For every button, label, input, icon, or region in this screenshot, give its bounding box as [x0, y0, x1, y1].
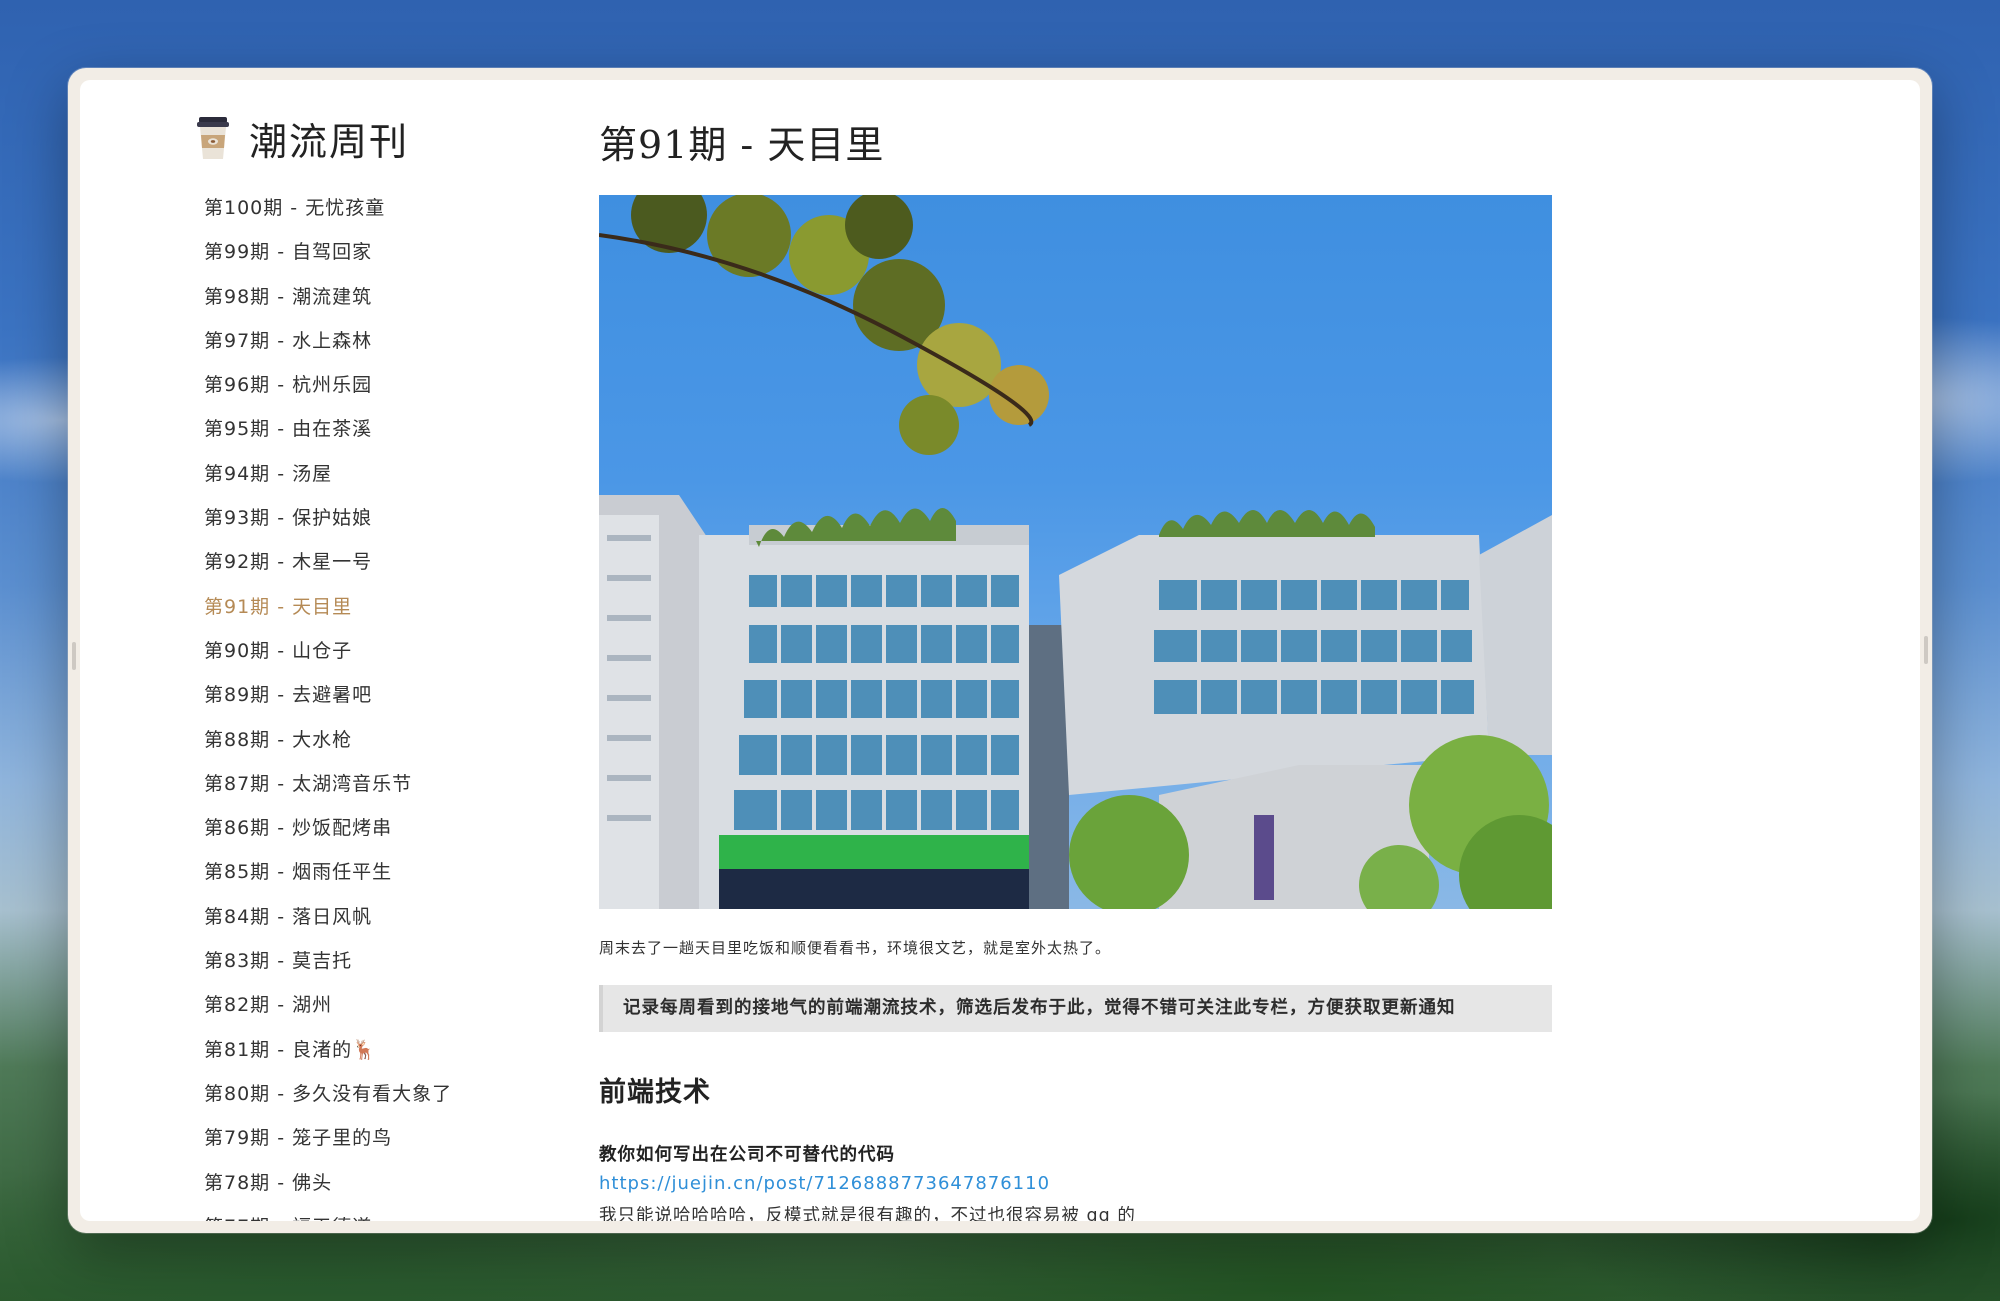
- nav-item-issue-86[interactable]: 第86期 - 炒饭配烤串: [204, 806, 452, 850]
- nav-item-issue-78[interactable]: 第78期 - 佛头: [204, 1161, 452, 1205]
- article-item-link[interactable]: https://juejin.cn/post/71268887736478761…: [599, 1173, 1050, 1194]
- column-notice: 记录每周看到的接地气的前端潮流技术，筛选后发布于此，觉得不错可关注此专栏，方便获…: [599, 985, 1552, 1032]
- nav-item-issue-92[interactable]: 第92期 - 木星一号: [204, 540, 452, 584]
- nav-item-issue-80[interactable]: 第80期 - 多久没有看大象了: [204, 1072, 452, 1116]
- article: 第91期 - 天目里 周末去了一趟天目里吃饭和顺便看看书，环境很文艺，就是室外太…: [599, 80, 1559, 1221]
- issue-nav-list: 第100期 - 无忧孩童 第99期 - 自驾回家 第98期 - 潮流建筑 第97…: [204, 186, 452, 1221]
- nav-item-issue-95[interactable]: 第95期 - 由在茶溪: [204, 407, 452, 451]
- nav-item-issue-94[interactable]: 第94期 - 汤屋: [204, 452, 452, 496]
- nav-item-issue-89[interactable]: 第89期 - 去避暑吧: [204, 673, 452, 717]
- nav-item-issue-99[interactable]: 第99期 - 自驾回家: [204, 230, 452, 274]
- nav-item-issue-100[interactable]: 第100期 - 无忧孩童: [204, 186, 452, 230]
- nav-item-issue-93[interactable]: 第93期 - 保护姑娘: [204, 496, 452, 540]
- nav-item-issue-81[interactable]: 第81期 - 良渚的🦌: [204, 1028, 452, 1072]
- nav-item-issue-83[interactable]: 第83期 - 莫吉托: [204, 939, 452, 983]
- article-photo: [599, 195, 1552, 909]
- left-resize-handle[interactable]: [72, 642, 76, 670]
- right-resize-handle[interactable]: [1924, 636, 1928, 664]
- nav-item-issue-91-active[interactable]: 第91期 - 天目里: [204, 585, 452, 629]
- nav-item-issue-96[interactable]: 第96期 - 杭州乐园: [204, 363, 452, 407]
- section-title-frontend: 前端技术: [599, 1077, 711, 1108]
- nav-item-issue-98[interactable]: 第98期 - 潮流建筑: [204, 275, 452, 319]
- coffee-cup-icon: [195, 115, 231, 161]
- nav-item-issue-88[interactable]: 第88期 - 大水枪: [204, 718, 452, 762]
- brand[interactable]: 潮流周刊: [195, 112, 409, 164]
- nav-item-issue-79[interactable]: 第79期 - 笼子里的鸟: [204, 1116, 452, 1160]
- page-content: 潮流周刊 第100期 - 无忧孩童 第99期 - 自驾回家 第98期 - 潮流建…: [80, 80, 1920, 1221]
- nav-item-issue-84[interactable]: 第84期 - 落日风帆: [204, 895, 452, 939]
- building-photo-illustration: [599, 195, 1552, 909]
- nav-item-issue-90[interactable]: 第90期 - 山仓子: [204, 629, 452, 673]
- nav-item-issue-87[interactable]: 第87期 - 太湖湾音乐节: [204, 762, 452, 806]
- photo-caption: 周末去了一趟天目里吃饭和顺便看看书，环境很文艺，就是室外太热了。: [599, 939, 1112, 957]
- site-title: 潮流周刊: [249, 119, 410, 164]
- article-item-desc: 我只能说哈哈哈哈，反模式就是很有趣的，不过也很容易被 gg 的: [599, 1206, 1136, 1221]
- article-title: 第91期 - 天目里: [599, 123, 885, 167]
- article-item-title: 教你如何写出在公司不可替代的代码: [599, 1145, 895, 1165]
- nav-item-issue-77[interactable]: 第77期 - 福天德道: [204, 1205, 452, 1221]
- sidebar: 潮流周刊 第100期 - 无忧孩童 第99期 - 自驾回家 第98期 - 潮流建…: [80, 80, 600, 1221]
- nav-item-issue-85[interactable]: 第85期 - 烟雨任平生: [204, 850, 452, 894]
- nav-item-issue-82[interactable]: 第82期 - 湖州: [204, 983, 452, 1027]
- nav-item-issue-97[interactable]: 第97期 - 水上森林: [204, 319, 452, 363]
